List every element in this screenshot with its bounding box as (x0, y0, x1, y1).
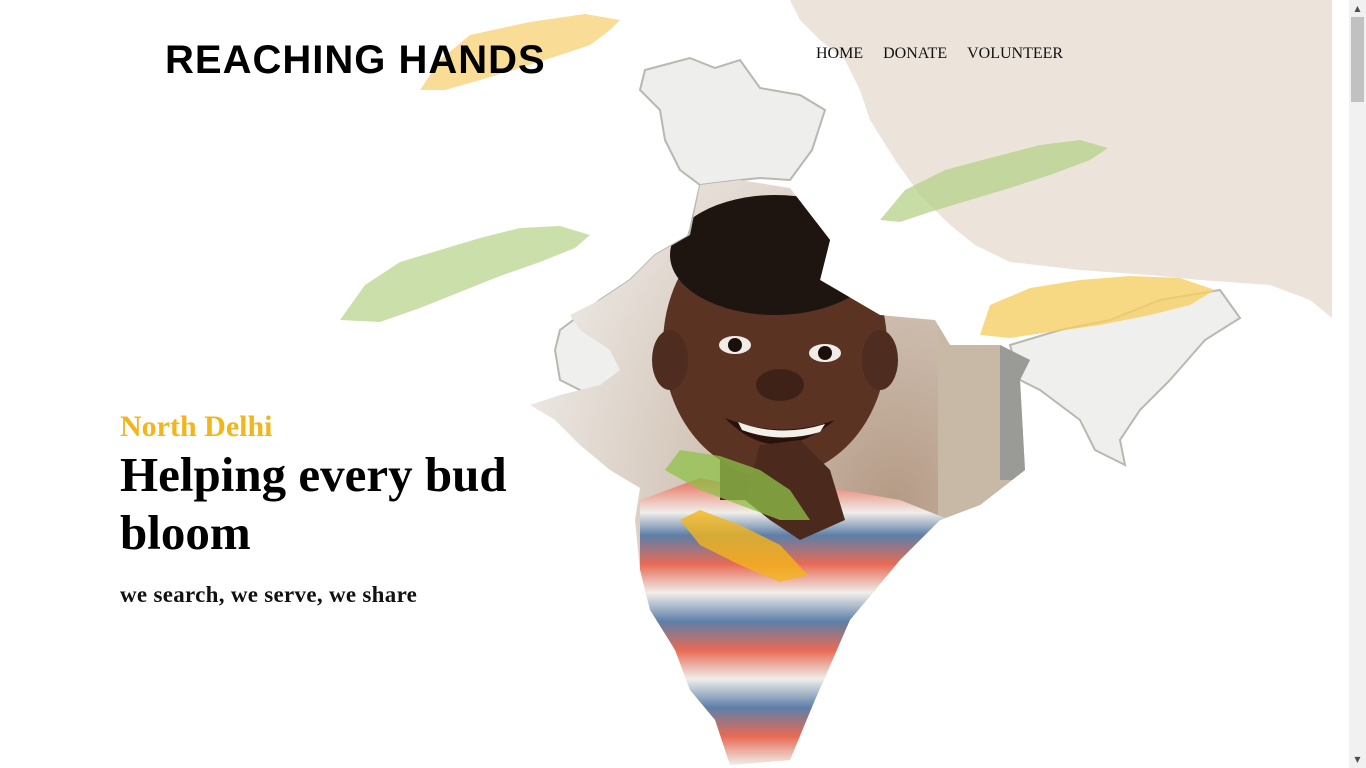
page: REACHING HANDS HOME DONATE VOLUNTEER Nor… (0, 0, 1366, 768)
brush-stroke-left-green (340, 226, 590, 322)
scroll-up-icon[interactable]: ▲ (1349, 0, 1366, 17)
nav-home-link[interactable]: HOME (816, 45, 863, 63)
viewport: REACHING HANDS HOME DONATE VOLUNTEER Nor… (0, 0, 1349, 768)
scroll-down-icon[interactable]: ▼ (1349, 751, 1366, 768)
hero-illustration (340, 0, 1332, 765)
map-region-north (638, 56, 827, 187)
hero-location: North Delhi (120, 410, 273, 443)
scrollbar-thumb[interactable] (1351, 17, 1364, 102)
hero-text: North Delhi Helping every bud bloom we s… (120, 408, 550, 608)
main-nav: HOME DONATE VOLUNTEER (816, 45, 1063, 63)
hero-tagline: we search, we serve, we share (120, 582, 418, 607)
vertical-scrollbar[interactable]: ▲ ▼ (1349, 0, 1366, 768)
hero-headline: Helping every bud bloom (120, 447, 507, 560)
nav-donate-link[interactable]: DONATE (883, 45, 947, 63)
site-logo[interactable]: REACHING HANDS (165, 38, 546, 83)
nav-volunteer-link[interactable]: VOLUNTEER (967, 45, 1063, 63)
child-photo (530, 180, 1030, 765)
